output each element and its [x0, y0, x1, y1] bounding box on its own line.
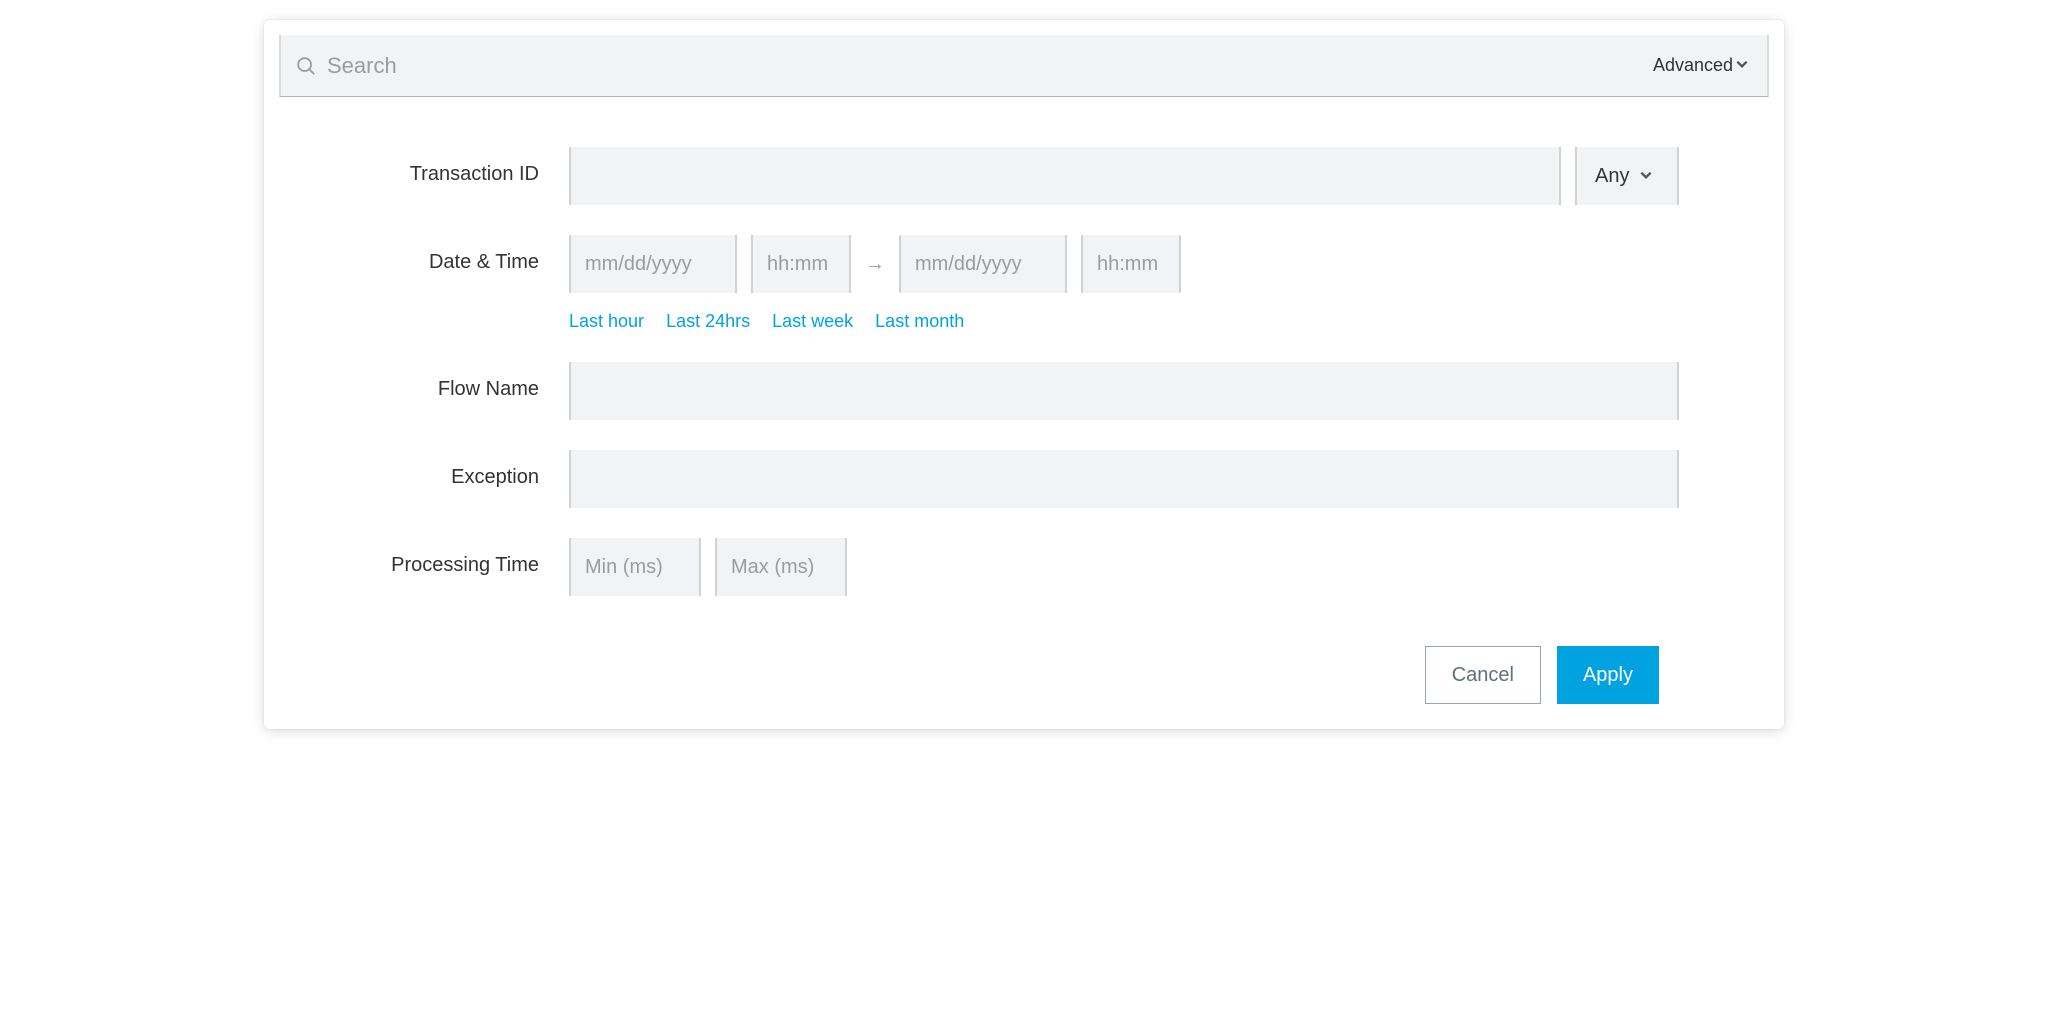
- transaction-id-input[interactable]: [569, 147, 1561, 205]
- time-from-input[interactable]: [751, 235, 851, 293]
- exception-label: Exception: [339, 450, 569, 489]
- search-bar: Advanced: [279, 35, 1769, 97]
- search-icon: [295, 55, 317, 77]
- filter-form: Transaction ID Any Date & Time: [279, 97, 1769, 704]
- advanced-label: Advanced: [1653, 55, 1733, 76]
- advanced-toggle[interactable]: Advanced: [1653, 55, 1749, 76]
- arrow-right-icon: →: [865, 253, 885, 276]
- select-value: Any: [1595, 165, 1629, 188]
- transaction-id-match-select[interactable]: Any: [1575, 147, 1679, 205]
- quick-link-last-24hrs[interactable]: Last 24hrs: [666, 311, 750, 332]
- chevron-down-icon: [1735, 55, 1749, 76]
- filter-card: Advanced Transaction ID Any: [264, 20, 1784, 729]
- processing-time-max-input[interactable]: [715, 538, 847, 596]
- processing-time-min-input[interactable]: [569, 538, 701, 596]
- apply-button[interactable]: Apply: [1557, 646, 1659, 704]
- quick-link-last-month[interactable]: Last month: [875, 311, 964, 332]
- chevron-down-icon: [1639, 165, 1653, 188]
- exception-input[interactable]: [569, 450, 1679, 508]
- processing-time-label: Processing Time: [339, 538, 569, 577]
- flow-name-label: Flow Name: [339, 362, 569, 401]
- quick-link-last-hour[interactable]: Last hour: [569, 311, 644, 332]
- quick-link-last-week[interactable]: Last week: [772, 311, 853, 332]
- form-actions: Cancel Apply: [339, 626, 1679, 704]
- search-input[interactable]: [317, 53, 1653, 79]
- cancel-button[interactable]: Cancel: [1425, 646, 1541, 704]
- transaction-id-label: Transaction ID: [339, 147, 569, 186]
- time-to-input[interactable]: [1081, 235, 1181, 293]
- date-to-input[interactable]: [899, 235, 1067, 293]
- flow-name-input[interactable]: [569, 362, 1679, 420]
- date-time-label: Date & Time: [339, 235, 569, 274]
- date-from-input[interactable]: [569, 235, 737, 293]
- date-quick-links: Last hour Last 24hrs Last week Last mont…: [569, 311, 1679, 332]
